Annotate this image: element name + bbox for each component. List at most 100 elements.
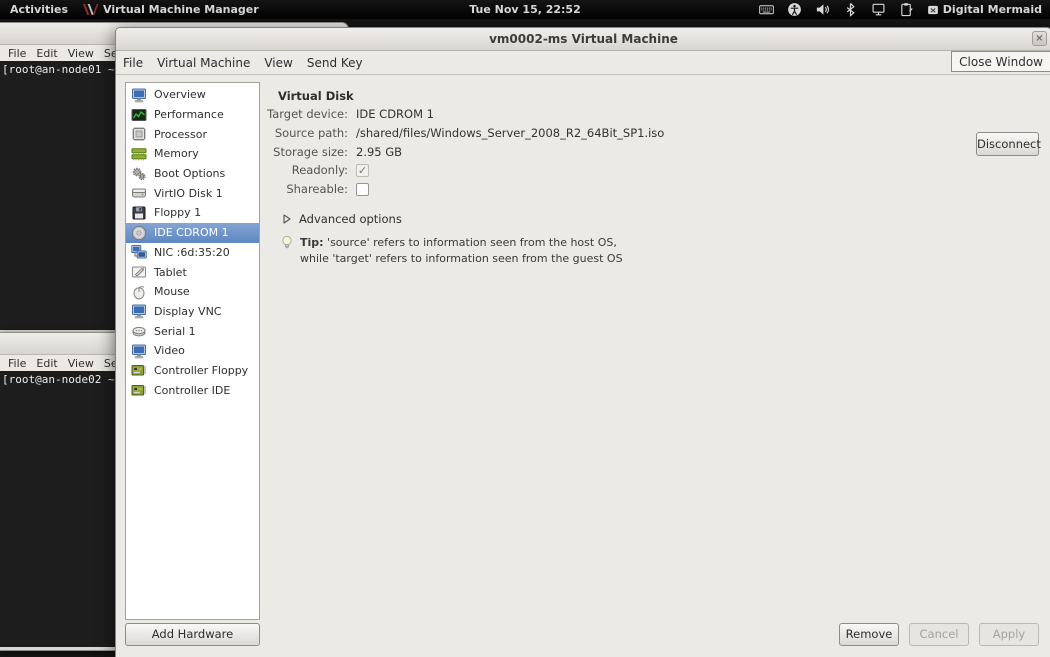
tip-title: Tip: bbox=[300, 236, 324, 249]
sidebar-item-memory[interactable]: Memory bbox=[126, 144, 259, 164]
clipboard-icon[interactable] bbox=[899, 2, 914, 17]
sidebar-item-serial-1[interactable]: Serial 1 bbox=[126, 321, 259, 341]
performance-icon bbox=[131, 107, 147, 123]
terminal-menu-edit[interactable]: Edit bbox=[36, 47, 57, 60]
sidebar-item-label: VirtIO Disk 1 bbox=[154, 187, 223, 200]
terminal-menu-edit[interactable]: Edit bbox=[36, 357, 57, 370]
sidebar-item-controller-floppy[interactable]: Controller Floppy bbox=[126, 361, 259, 381]
sidebar-item-video[interactable]: Video bbox=[126, 341, 259, 361]
vm-details-window: vm0002-ms Virtual Machine × FileVirtual … bbox=[115, 27, 1050, 657]
shareable-label: Shareable: bbox=[258, 182, 348, 196]
remove-button[interactable]: Remove bbox=[839, 623, 899, 646]
window-title: vm0002-ms Virtual Machine bbox=[489, 32, 678, 46]
focused-app-menu[interactable]: Virtual Machine Manager bbox=[82, 2, 259, 17]
sidebar-item-controller-ide[interactable]: Controller IDE bbox=[126, 380, 259, 400]
volume-icon[interactable] bbox=[815, 2, 830, 17]
disconnect-button[interactable]: Disconnect bbox=[976, 132, 1039, 156]
sidebar-item-label: Controller Floppy bbox=[154, 364, 248, 377]
sidebar-item-boot-options[interactable]: Boot Options bbox=[126, 164, 259, 184]
sidebar-item-ide-cdrom-1[interactable]: IDE CDROM 1 bbox=[126, 223, 259, 243]
sidebar-item-performance[interactable]: Performance bbox=[126, 105, 259, 125]
sidebar-item-display-vnc[interactable]: Display VNC bbox=[126, 302, 259, 322]
menu-file[interactable]: File bbox=[116, 56, 150, 70]
tablet-icon bbox=[131, 264, 147, 280]
tip-note: Tip: 'source' refers to information seen… bbox=[280, 235, 623, 267]
menu-virtual-machine[interactable]: Virtual Machine bbox=[150, 56, 257, 70]
keyboard-icon[interactable] bbox=[759, 2, 774, 17]
field-label: Target device: bbox=[258, 107, 348, 121]
field-source-path: Source path: /shared/files/Windows_Serve… bbox=[258, 126, 664, 140]
lightbulb-icon bbox=[280, 235, 294, 251]
cancel-button: Cancel bbox=[909, 623, 969, 646]
sidebar-item-virtio-disk-1[interactable]: VirtIO Disk 1 bbox=[126, 183, 259, 203]
sidebar-item-label: Boot Options bbox=[154, 167, 225, 180]
sidebar-item-label: Performance bbox=[154, 108, 224, 121]
field-value: /shared/files/Windows_Server_2008_R2_64B… bbox=[356, 126, 664, 140]
sidebar-item-processor[interactable]: Processor bbox=[126, 124, 259, 144]
terminal-menu-view[interactable]: View bbox=[68, 357, 94, 370]
sidebar-item-label: Processor bbox=[154, 128, 207, 141]
sidebar-item-label: Overview bbox=[154, 88, 206, 101]
field-label: Storage size: bbox=[258, 145, 348, 159]
field-value: 2.95 GB bbox=[356, 145, 402, 159]
monitor-icon bbox=[131, 303, 147, 319]
terminal-menu-file[interactable]: File bbox=[8, 47, 26, 60]
menu-send-key[interactable]: Send Key bbox=[300, 56, 370, 70]
virt-manager-logo-icon bbox=[82, 2, 99, 17]
sidebar-item-mouse[interactable]: Mouse bbox=[126, 282, 259, 302]
sidebar-item-nic-6d-35-20[interactable]: NIC :6d:35:20 bbox=[126, 243, 259, 263]
sidebar-item-label: Mouse bbox=[154, 285, 190, 298]
monitor-icon bbox=[131, 87, 147, 103]
gears-icon bbox=[131, 166, 147, 182]
sidebar-item-label: IDE CDROM 1 bbox=[154, 226, 229, 239]
activities-button[interactable]: Activities bbox=[10, 3, 68, 16]
sidebar-item-label: NIC :6d:35:20 bbox=[154, 246, 230, 259]
sidebar-item-label: Tablet bbox=[154, 266, 187, 279]
add-hardware-button[interactable]: Add Hardware bbox=[125, 623, 260, 646]
monitor-icon bbox=[131, 343, 147, 359]
close-icon[interactable]: × bbox=[1032, 31, 1047, 46]
menu-view[interactable]: View bbox=[257, 56, 299, 70]
close-window-menu-item[interactable]: Close Window bbox=[951, 51, 1050, 72]
shareable-checkbox[interactable] bbox=[356, 183, 369, 196]
sidebar-item-label: Display VNC bbox=[154, 305, 221, 318]
processor-icon bbox=[131, 126, 147, 142]
field-shareable: Shareable: bbox=[258, 182, 369, 196]
field-label: Source path: bbox=[258, 126, 348, 140]
vm-menubar: FileVirtual MachineViewSend Key bbox=[116, 51, 1050, 75]
bluetooth-icon[interactable] bbox=[843, 2, 858, 17]
window-titlebar[interactable]: vm0002-ms Virtual Machine × bbox=[116, 28, 1050, 51]
terminal-menu-file[interactable]: File bbox=[8, 357, 26, 370]
mouse-icon bbox=[131, 284, 147, 300]
expander-triangle-icon bbox=[282, 214, 292, 224]
terminal-menu-view[interactable]: View bbox=[68, 47, 94, 60]
field-value: IDE CDROM 1 bbox=[356, 107, 434, 121]
sidebar-item-floppy-1[interactable]: Floppy 1 bbox=[126, 203, 259, 223]
network-icon bbox=[131, 244, 147, 260]
field-storage-size: Storage size: 2.95 GB bbox=[258, 145, 402, 159]
readonly-checkbox bbox=[356, 164, 369, 177]
display-icon[interactable] bbox=[871, 2, 886, 17]
readonly-label: Readonly: bbox=[258, 163, 348, 177]
sidebar-item-label: Serial 1 bbox=[154, 325, 196, 338]
advanced-options-expander[interactable]: Advanced options bbox=[282, 212, 402, 226]
sidebar-item-label: Memory bbox=[154, 147, 199, 160]
panel-title: Virtual Disk bbox=[278, 89, 354, 103]
sidebar-item-label: Floppy 1 bbox=[154, 206, 201, 219]
advanced-options-label: Advanced options bbox=[299, 212, 402, 226]
sidebar-item-tablet[interactable]: Tablet bbox=[126, 262, 259, 282]
field-target-device: Target device: IDE CDROM 1 bbox=[258, 107, 434, 121]
tip-line1: 'source' refers to information seen from… bbox=[324, 236, 617, 249]
sidebar-item-label: Controller IDE bbox=[154, 384, 230, 397]
cdrom-icon bbox=[131, 225, 147, 241]
top-bar: Activities Virtual Machine Manager Tue N… bbox=[0, 0, 1050, 19]
disk-icon bbox=[131, 185, 147, 201]
sidebar-item-overview[interactable]: Overview bbox=[126, 85, 259, 105]
memory-icon bbox=[131, 146, 147, 162]
user-menu[interactable]: Digital Mermaid bbox=[927, 3, 1042, 16]
hardware-list: Overview Performance Processor Memory Boot O… bbox=[125, 82, 260, 620]
accessibility-icon[interactable] bbox=[787, 2, 802, 17]
terminal1-prompt: [root@an-node01 ~]# bbox=[2, 63, 128, 76]
field-readonly: Readonly: bbox=[258, 163, 369, 177]
serial-icon bbox=[131, 323, 147, 339]
